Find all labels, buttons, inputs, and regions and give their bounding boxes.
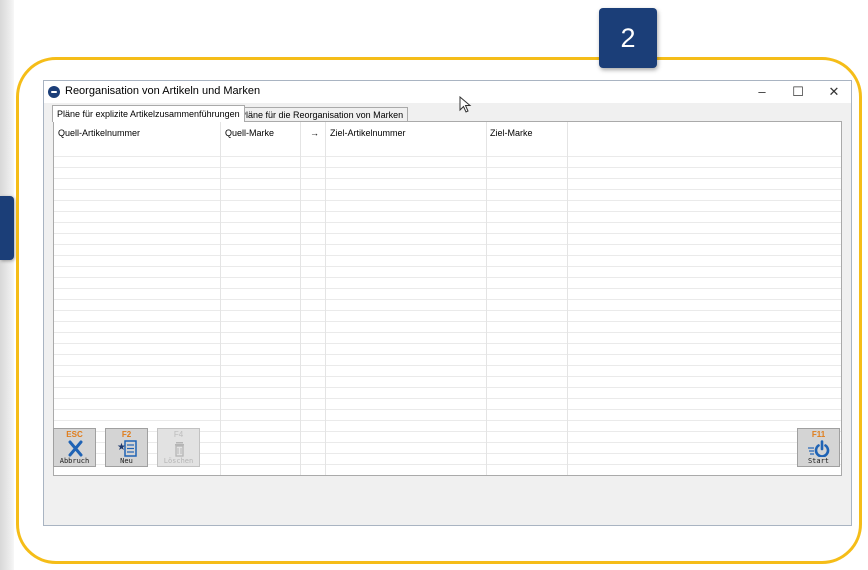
tab-strip: Pläne für explizite Artikelzusammenführu… (44, 105, 851, 122)
column-divider (325, 122, 326, 475)
power-start-icon (808, 440, 830, 457)
title-bar: Reorganisation von Artikeln und Marken –… (44, 81, 851, 103)
start-key-label: F11 (811, 430, 826, 439)
start-button[interactable]: F11 Start (797, 428, 840, 467)
new-button[interactable]: F2 ★ Neu (105, 428, 148, 467)
column-divider (567, 122, 568, 475)
delete-button[interactable]: F4 Löschen (157, 428, 200, 467)
table-rows (54, 146, 841, 475)
left-edge-strip (0, 0, 14, 570)
step-number-badge: 2 (599, 8, 657, 68)
plans-table: Quell-Artikelnummer Quell-Marke → Ziel-A… (53, 121, 842, 476)
mouse-cursor-icon (459, 96, 472, 113)
trash-icon (175, 442, 184, 457)
close-icon (68, 440, 83, 457)
app-logo-icon (48, 86, 60, 98)
abort-button[interactable]: ESC Abbruch (53, 428, 96, 467)
side-step-badge (0, 196, 14, 260)
maximize-button[interactable]: ☐ (780, 81, 816, 103)
column-header-target-brand[interactable]: Ziel-Marke (486, 122, 568, 146)
window-title: Reorganisation von Artikeln und Marken (65, 85, 261, 97)
new-list-star-icon: ★ (117, 440, 137, 457)
tab-explicit-article-merges[interactable]: Pläne für explizite Artikelzusammenführu… (52, 105, 245, 122)
minimize-button[interactable]: – (744, 81, 780, 103)
start-button-label: Start (807, 457, 830, 465)
new-key-label: F2 (121, 430, 132, 439)
close-window-button[interactable]: ✕ (816, 81, 852, 103)
abort-key-label: ESC (66, 430, 83, 439)
column-header-source-brand[interactable]: Quell-Marke (221, 122, 301, 146)
column-header-arrow[interactable]: → (301, 122, 326, 146)
column-divider (300, 122, 301, 475)
delete-button-label: Löschen (163, 457, 194, 465)
column-divider (220, 122, 221, 475)
table-header: Quell-Artikelnummer Quell-Marke → Ziel-A… (54, 122, 841, 146)
abort-button-label: Abbruch (59, 457, 90, 465)
tab-brand-reorganisation[interactable]: Pläne für die Reorganisation von Marken (235, 107, 409, 121)
column-header-target-article[interactable]: Ziel-Artikelnummer (326, 122, 486, 146)
new-button-label: Neu (120, 457, 133, 465)
column-divider (486, 122, 487, 475)
delete-key-label: F4 (173, 430, 184, 439)
column-header-source-article[interactable]: Quell-Artikelnummer (54, 122, 221, 146)
